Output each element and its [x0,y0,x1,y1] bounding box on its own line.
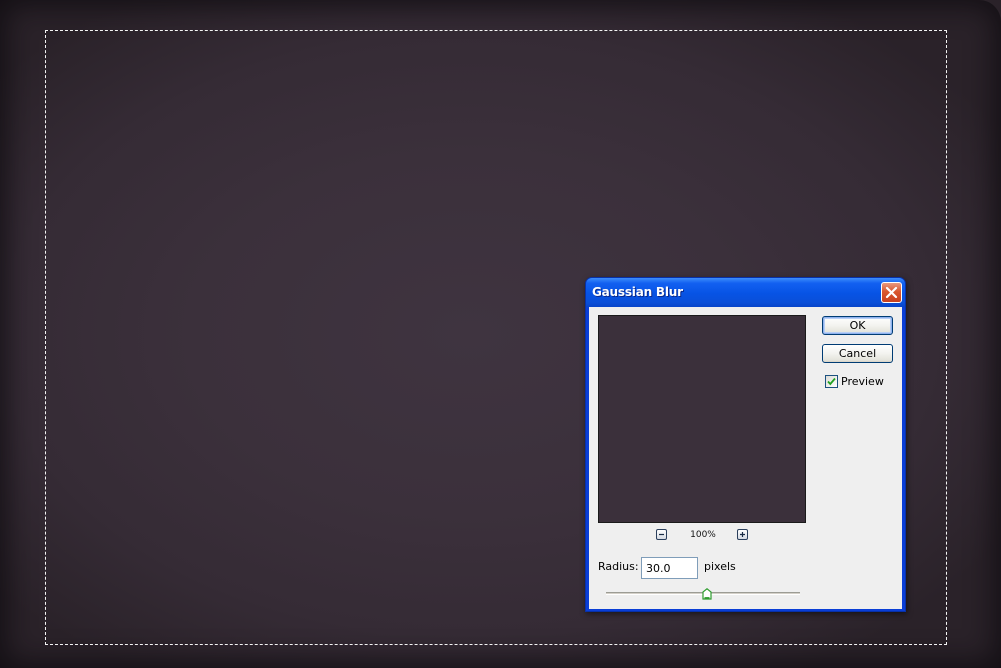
close-button[interactable] [881,282,902,303]
radius-input[interactable] [641,557,698,579]
radius-slider-thumb[interactable] [702,587,712,600]
checkmark-icon [827,377,836,386]
ok-button[interactable]: OK [822,316,893,335]
slider-thumb-icon [702,588,712,600]
zoom-level: 100% [690,530,716,540]
radius-label: Radius: [598,560,639,573]
preview-pane[interactable] [598,315,806,523]
cancel-button[interactable]: Cancel [822,344,893,363]
zoom-out-button[interactable] [656,529,667,540]
gaussian-blur-dialog: Gaussian Blur 100% OK Cancel Preview Rad… [585,277,906,612]
zoom-in-button[interactable] [737,529,748,540]
plus-icon [740,532,745,537]
minus-icon [659,533,664,536]
dialog-title: Gaussian Blur [592,285,683,299]
close-icon [885,286,898,299]
preview-checkbox-label[interactable]: Preview [841,375,884,388]
preview-checkbox[interactable] [825,375,838,388]
dialog-title-bar[interactable]: Gaussian Blur [586,278,905,307]
dialog-body: 100% OK Cancel Preview Radius: pixels [589,307,902,609]
radius-units-label: pixels [704,560,736,573]
